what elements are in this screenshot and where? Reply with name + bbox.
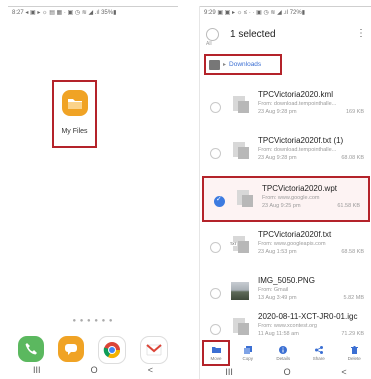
- breadcrumb[interactable]: ▸ Downloads: [204, 54, 282, 75]
- file-type-tag: TXT: [230, 242, 237, 246]
- share-icon: [314, 345, 323, 354]
- file-date: 13 Aug 3:49 pm: [258, 295, 297, 301]
- my-files-screen: 9:29 ▣ ▣ ▸ ☼ ≤ · · ▣ ◷ ≋ ◢ .ıl 72%▮ All …: [199, 6, 371, 379]
- back-button[interactable]: <: [148, 365, 153, 375]
- file-name: TPCVictoria2020f.txt: [258, 230, 332, 239]
- storage-home-icon[interactable]: [209, 59, 220, 70]
- share-button[interactable]: Share: [301, 340, 337, 366]
- file-row[interactable]: TXT TPCVictoria2020f.txt From: www.googl…: [200, 224, 371, 270]
- share-label: Share: [312, 355, 325, 361]
- recents-button[interactable]: III: [33, 365, 41, 375]
- file-checkbox[interactable]: [210, 102, 221, 113]
- document-icon: [233, 142, 249, 160]
- file-row[interactable]: TPCVictoria2020f.txt (1) From: download.…: [200, 130, 371, 176]
- delete-button[interactable]: Delete: [337, 340, 371, 366]
- copy-button[interactable]: Copy: [230, 340, 266, 366]
- file-source: From: download.tempointhalle...: [258, 147, 337, 153]
- selection-count: 1 selected: [230, 29, 276, 40]
- file-name: TPCVictoria2020f.txt (1): [258, 136, 344, 145]
- chevron-right-icon: ▸: [223, 62, 227, 68]
- copy-icon: [243, 345, 252, 354]
- file-size: 68.58 KB: [341, 249, 364, 255]
- my-files-label: My Files: [61, 128, 88, 135]
- file-checkbox[interactable]: [210, 288, 221, 299]
- file-checkbox[interactable]: [210, 324, 221, 335]
- breadcrumb-downloads[interactable]: Downloads: [229, 61, 261, 68]
- image-thumbnail: [231, 282, 249, 300]
- back-button[interactable]: <: [341, 367, 346, 377]
- selection-bar: All 1 selected ⋮: [200, 22, 371, 50]
- file-name: TPCVictoria2020.wpt: [262, 184, 337, 193]
- file-date: 11 Aug 11:58 am: [258, 331, 299, 337]
- move-label: Move: [210, 355, 222, 361]
- file-size: 68.08 KB: [341, 155, 364, 161]
- phone-icon[interactable]: [18, 336, 44, 362]
- action-bar: Move Copy Details Share Delete: [200, 340, 371, 366]
- file-date: 23 Aug 9:28 pm: [258, 155, 297, 161]
- select-all-checkbox[interactable]: [206, 28, 219, 41]
- file-date: 23 Aug 1:53 pm: [258, 249, 297, 255]
- file-size: 71.29 KB: [341, 331, 364, 337]
- file-source: From: www.googleapis.com: [258, 241, 326, 247]
- file-size: 61.58 KB: [337, 203, 360, 209]
- more-options-icon[interactable]: ⋮: [356, 28, 366, 39]
- document-icon: [237, 190, 253, 208]
- top-rule: [200, 6, 371, 7]
- dock: [18, 336, 168, 364]
- file-name: 2020-08-11-XCT-JR0-01.igc: [258, 312, 358, 321]
- info-icon: [279, 345, 288, 354]
- file-row[interactable]: TPCVictoria2020.kml From: download.tempo…: [200, 84, 371, 130]
- file-date: 23 Aug 9:28 pm: [258, 109, 297, 115]
- messages-icon[interactable]: [58, 336, 84, 362]
- file-source: From: Gmail: [258, 287, 289, 293]
- recents-button[interactable]: III: [225, 367, 233, 377]
- details-label: Details: [276, 355, 291, 361]
- home-screen: 8:27 ◂ ▣ ▸ ☼ ▤ ▦ · ▣ ◷ ≋ ◢ .ıl 35%▮ My F…: [8, 6, 178, 379]
- file-source: From: download.tempointhalle...: [258, 101, 337, 107]
- file-checkbox[interactable]: [210, 148, 221, 159]
- top-rule: [8, 6, 178, 7]
- text-file-icon: TXT: [230, 236, 249, 254]
- file-name: TPCVictoria2020.kml: [258, 90, 333, 99]
- file-name: IMG_5050.PNG: [258, 276, 315, 285]
- file-source: From: www.google.com: [262, 195, 320, 201]
- file-size: 169 KB: [345, 109, 364, 115]
- folder-icon: [62, 90, 88, 116]
- page-indicator: ● ● ● ● ● ●: [72, 318, 114, 324]
- file-date: 23 Aug 9:25 pm: [262, 203, 301, 209]
- file-size: 5.82 MB: [343, 295, 364, 301]
- file-checkbox[interactable]: [210, 242, 221, 253]
- select-all-label: All: [206, 41, 212, 47]
- document-icon: [233, 96, 249, 114]
- file-row-selected[interactable]: TPCVictoria2020.wpt From: www.google.com…: [202, 176, 370, 222]
- status-bar: 8:27 ◂ ▣ ▸ ☼ ▤ ▦ · ▣ ◷ ≋ ◢ .ıl 35%▮: [12, 10, 117, 16]
- nav-bar: III O <: [8, 363, 178, 377]
- status-bar: 9:29 ▣ ▣ ▸ ☼ ≤ · · ▣ ◷ ≋ ◢ .ıl 72%▮: [204, 10, 306, 16]
- nav-bar: III O <: [200, 366, 371, 378]
- move-button[interactable]: Move: [202, 340, 230, 366]
- move-icon: [211, 346, 221, 354]
- home-button[interactable]: O: [91, 365, 98, 375]
- chrome-icon[interactable]: [98, 336, 126, 364]
- document-icon: [233, 318, 249, 336]
- copy-label: Copy: [242, 355, 253, 361]
- gmail-icon[interactable]: [140, 336, 168, 364]
- my-files-app[interactable]: My Files: [52, 80, 97, 148]
- home-button[interactable]: O: [284, 367, 291, 377]
- details-button[interactable]: Details: [266, 340, 302, 366]
- delete-label: Delete: [347, 355, 361, 361]
- file-checkbox-checked[interactable]: [214, 195, 225, 207]
- trash-icon: [350, 345, 359, 354]
- file-source: From: www.xcontest.org: [258, 323, 317, 329]
